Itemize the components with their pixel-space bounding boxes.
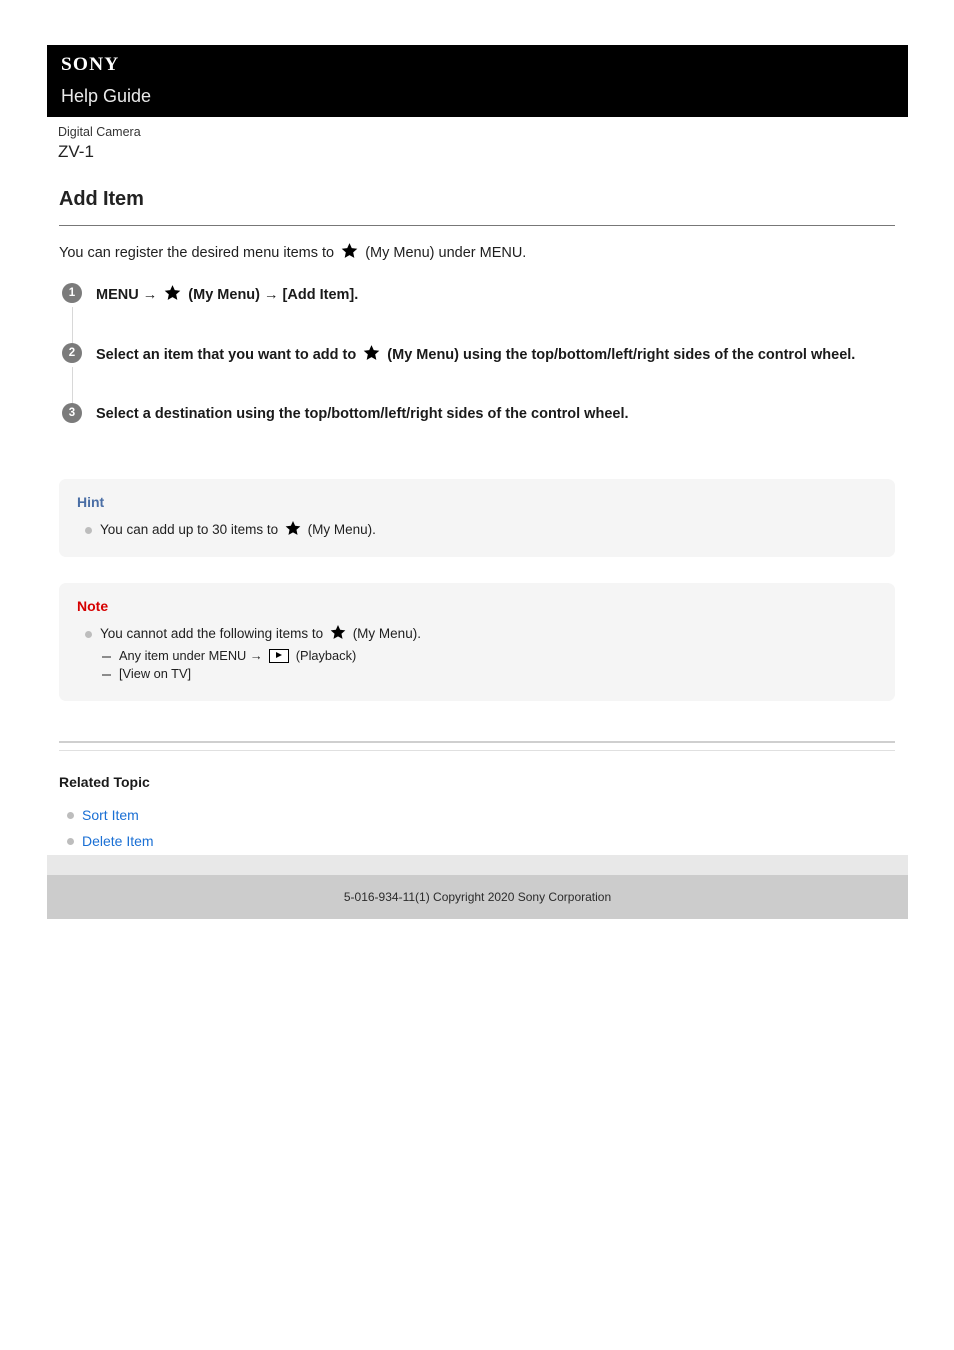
hint-bullet-item: You can add up to 30 items to (My Menu). bbox=[77, 520, 877, 539]
step-3: 3 Select a destination using the top/bot… bbox=[59, 403, 895, 431]
bullet-dot-icon bbox=[67, 838, 74, 845]
title-divider bbox=[59, 225, 895, 226]
hint-callout: Hint You can add up to 30 items to (My M… bbox=[59, 479, 895, 557]
article-intro: You can register the desired menu items … bbox=[59, 242, 895, 263]
my-menu-star-icon bbox=[285, 520, 301, 536]
related-link-item[interactable]: Delete Item bbox=[59, 828, 895, 854]
note-text-before: You cannot add the following items to bbox=[100, 626, 324, 641]
dash-icon bbox=[102, 674, 111, 676]
dash-icon bbox=[102, 656, 111, 658]
bullet-dot-icon bbox=[85, 527, 92, 534]
intro-text-before: You can register the desired menu items … bbox=[59, 245, 335, 261]
step-connector-line bbox=[71, 367, 73, 403]
note-title: Note bbox=[77, 598, 109, 614]
step-2: 2 Select an item that you want to add to… bbox=[59, 343, 895, 403]
hint-title: Hint bbox=[77, 494, 105, 510]
article-body: Add Item You can register the desired me… bbox=[59, 186, 895, 880]
step-2-text-after: (My Menu) using the top/bottom/left/righ… bbox=[387, 347, 856, 363]
hint-text-before: You can add up to 30 items to bbox=[100, 522, 279, 537]
bullet-dot-icon bbox=[85, 631, 92, 638]
related-link-delete-item[interactable]: Delete Item bbox=[82, 833, 154, 849]
site-footer: 5-016-934-11(1) Copyright 2020 Sony Corp… bbox=[47, 875, 908, 919]
sony-logo: SONY bbox=[61, 54, 120, 75]
note-bullet-list: You cannot add the following items to (M… bbox=[77, 624, 877, 683]
product-model: ZV-1 bbox=[58, 142, 94, 161]
related-link-item[interactable]: Sort Item bbox=[59, 802, 895, 828]
step-number-badge: 1 bbox=[62, 283, 82, 303]
note-sub-list: Any item under MENU → (Playback) [View o… bbox=[100, 647, 877, 683]
note-sub-text-before: Any item under MENU → bbox=[119, 648, 263, 663]
step-1-text-before: MENU → bbox=[96, 287, 158, 303]
step-1-text-after: (My Menu) → [Add Item]. bbox=[188, 287, 359, 303]
note-sub-item-view-on-tv: [View on TV] bbox=[100, 665, 877, 683]
product-category: Digital Camera bbox=[58, 125, 141, 139]
my-menu-star-icon bbox=[341, 242, 358, 259]
help-guide-page: SONY Help Guide Digital Camera ZV-1 Add … bbox=[0, 0, 954, 1350]
step-3-text: Select a destination using the top/botto… bbox=[96, 406, 629, 422]
hint-text-after: (My Menu). bbox=[307, 522, 376, 537]
footer-copyright: 5-016-934-11(1) Copyright 2020 Sony Corp… bbox=[343, 890, 612, 904]
note-sub-text: [View on TV] bbox=[119, 666, 192, 681]
site-title: Help Guide bbox=[61, 86, 152, 106]
step-1: 1 MENU → (My Menu) → [Add Item]. bbox=[59, 283, 895, 343]
hint-bullet-list: You can add up to 30 items to (My Menu). bbox=[77, 520, 877, 539]
intro-text-after: (My Menu) under MENU. bbox=[365, 245, 527, 261]
my-menu-star-icon bbox=[164, 284, 181, 301]
my-menu-star-icon bbox=[330, 624, 346, 640]
note-sub-text-after: (Playback) bbox=[295, 648, 357, 663]
step-2-text: Select an item that you want to add to (… bbox=[96, 343, 895, 366]
related-divider-thin bbox=[59, 750, 895, 751]
step-number-badge: 3 bbox=[62, 403, 82, 423]
related-topic-heading: Related Topic bbox=[59, 774, 150, 790]
related-link-sort-item[interactable]: Sort Item bbox=[82, 807, 139, 823]
playback-icon bbox=[269, 649, 290, 663]
step-number-badge: 2 bbox=[62, 343, 82, 363]
steps-list: 1 MENU → (My Menu) → [Add Item]. 2 Selec… bbox=[59, 283, 895, 431]
product-identification: Digital Camera ZV-1 bbox=[58, 124, 141, 163]
page-title: Add Item bbox=[59, 188, 144, 210]
bullet-dot-icon bbox=[67, 812, 74, 819]
note-text-after: (My Menu). bbox=[352, 626, 421, 641]
related-divider-thick bbox=[59, 741, 895, 743]
site-header: SONY Help Guide bbox=[47, 45, 908, 117]
my-menu-star-icon bbox=[363, 344, 380, 361]
footer-spacer-strip bbox=[47, 855, 908, 875]
step-2-text-before: Select an item that you want to add to bbox=[96, 347, 357, 363]
note-bullet-item: You cannot add the following items to (M… bbox=[77, 624, 877, 683]
step-connector-line bbox=[71, 307, 73, 343]
step-1-text: MENU → (My Menu) → [Add Item]. bbox=[96, 283, 895, 306]
note-callout: Note You cannot add the following items … bbox=[59, 583, 895, 701]
note-sub-item-playback: Any item under MENU → (Playback) bbox=[100, 647, 877, 665]
